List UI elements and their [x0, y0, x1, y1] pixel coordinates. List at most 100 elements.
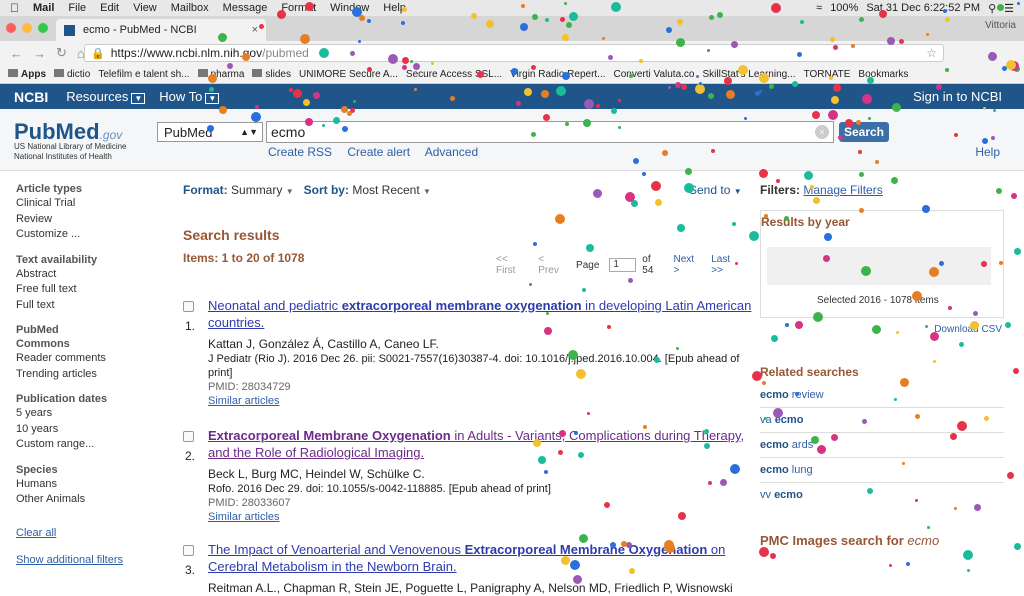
menu-format[interactable]: Format	[281, 2, 316, 14]
menu-message[interactable]: Message	[223, 2, 268, 14]
minimize-window-icon[interactable]	[22, 23, 32, 33]
filter-item[interactable]: Full text	[16, 298, 166, 314]
menu-window[interactable]: Window	[330, 2, 369, 14]
ncbi-favicon-icon	[64, 24, 75, 36]
bookmark-skillstat[interactable]: SkillStat's Learning...	[702, 69, 795, 80]
bookmark-secure-access[interactable]: Secure Access SSL...	[406, 69, 502, 80]
tab-pubmed[interactable]: ecmo - PubMed - NCBI ×	[56, 19, 266, 41]
result-pmid: PMID: 28033607	[208, 497, 291, 509]
similar-articles-link[interactable]: Similar articles	[208, 510, 753, 524]
url-bar[interactable]: 🔒 https://www.ncbi.nlm.nih.gov /pubmed ☆	[84, 44, 944, 62]
similar-articles-link[interactable]: Similar articles	[208, 394, 753, 408]
result-title-link[interactable]: The Impact of Venoarterial and Venovenou…	[208, 541, 753, 575]
filter-item[interactable]: Other Animals	[16, 492, 166, 508]
last-page-link[interactable]: Last >>	[711, 254, 743, 276]
back-icon[interactable]: ←	[10, 46, 23, 61]
next-page-link[interactable]: Next >	[673, 254, 701, 276]
result-checkbox[interactable]	[183, 431, 194, 442]
results-by-year-box: Results by year Selected 2016 - 1078 ite…	[760, 210, 1004, 318]
menu-app-name[interactable]: Mail	[33, 2, 54, 14]
manage-filters-link[interactable]: Manage Filters	[803, 183, 882, 197]
menu-view[interactable]: View	[133, 2, 157, 14]
filter-item[interactable]: Free full text	[16, 282, 166, 298]
result-checkbox[interactable]	[183, 301, 194, 312]
ncbi-logo[interactable]: NCBI	[14, 89, 48, 105]
related-search-link[interactable]: ecmo lung	[760, 457, 1004, 482]
bookmark-telefilm[interactable]: Telefilm e talent sh...	[98, 69, 189, 80]
clear-all-link[interactable]: Clear all	[16, 526, 166, 542]
result-checkbox[interactable]	[183, 545, 194, 556]
notification-icon[interactable]: ☰	[1004, 2, 1014, 15]
search-input[interactable]: ecmo ×	[266, 121, 834, 143]
confetti-piece	[858, 171, 864, 177]
menu-help[interactable]: Help	[383, 2, 406, 14]
bookmark-virgin-radio[interactable]: Virgin Radio Repert...	[510, 69, 605, 80]
filter-item[interactable]: Review	[16, 212, 166, 228]
related-search-link[interactable]: vv ecmo	[760, 482, 1004, 507]
bookmark-pharma[interactable]: pharma	[197, 68, 244, 80]
apple-icon[interactable]: 	[10, 1, 19, 15]
format-dropdown[interactable]: Summary ▼	[231, 183, 294, 197]
apps-icon	[8, 68, 18, 77]
result-citation: Rofo. 2016 Dec 29. doi: 10.1055/s-0042-1…	[208, 483, 551, 495]
clock[interactable]: Sat 31 Dec 6:22:52 PM	[866, 2, 980, 15]
sort-dropdown[interactable]: Most Recent ▼	[352, 183, 431, 197]
bookmark-converti[interactable]: Converti Valuta.co	[614, 69, 695, 80]
bookmark-apps[interactable]: Apps	[8, 68, 46, 80]
related-search-link[interactable]: ecmo review	[760, 383, 1004, 407]
first-page-link[interactable]: << First	[496, 254, 528, 276]
signin-link[interactable]: Sign in to NCBI	[913, 89, 1002, 104]
bookmark-dictio[interactable]: dictio	[54, 68, 90, 80]
result-title-link[interactable]: Extracorporeal Membrane Oxygenation in A…	[208, 427, 753, 461]
bookmark-slides[interactable]: slides	[252, 68, 291, 80]
filter-item[interactable]: Customize ...	[16, 227, 166, 243]
resources-menu[interactable]: Resources ▼	[66, 89, 146, 104]
menu-mailbox[interactable]: Mailbox	[171, 2, 209, 14]
bookmark-tornate[interactable]: TORNATE	[804, 69, 851, 80]
bookmark-star-icon[interactable]: ☆	[926, 46, 937, 60]
filter-item[interactable]: Abstract	[16, 267, 166, 283]
zoom-window-icon[interactable]	[38, 23, 48, 33]
close-tab-icon[interactable]: ×	[252, 24, 258, 36]
search-button[interactable]: Search	[839, 122, 889, 142]
confetti-piece	[769, 553, 776, 560]
howto-menu[interactable]: How To ▼	[159, 89, 220, 104]
menu-edit[interactable]: Edit	[100, 2, 119, 14]
confetti-piece	[966, 569, 970, 573]
create-alert-link[interactable]: Create alert	[347, 145, 410, 159]
create-rss-link[interactable]: Create RSS	[268, 145, 332, 159]
result-title-link[interactable]: Neonatal and pediatric extracorporeal me…	[208, 297, 753, 331]
database-select[interactable]: PubMed ▲▼	[157, 122, 263, 142]
send-to-menu[interactable]: Send to ▼	[689, 183, 742, 197]
page-number-input[interactable]: 1	[609, 258, 637, 272]
filter-item[interactable]: Trending articles	[16, 367, 166, 383]
prev-page-link[interactable]: < Prev	[538, 254, 566, 276]
menu-file[interactable]: File	[68, 2, 86, 14]
battery-level[interactable]: 100%	[830, 2, 858, 15]
related-search-link[interactable]: ecmo ards	[760, 432, 1004, 457]
related-search-link[interactable]: va ecmo	[760, 407, 1004, 432]
filter-item[interactable]: 10 years	[16, 422, 166, 438]
forward-icon[interactable]: →	[33, 46, 46, 61]
show-additional-filters-link[interactable]: Show additional filters	[16, 553, 166, 569]
confetti-piece	[1006, 472, 1014, 480]
close-window-icon[interactable]	[6, 23, 16, 33]
filter-item[interactable]: Custom range...	[16, 437, 166, 453]
wifi-icon[interactable]: ≈	[816, 2, 822, 15]
spotlight-icon[interactable]: ⚲	[988, 2, 996, 15]
bookmark-unimore[interactable]: UNIMORE Secure A...	[299, 69, 398, 80]
help-link[interactable]: Help	[975, 145, 1000, 159]
filter-item[interactable]: 5 years	[16, 406, 166, 422]
reload-icon[interactable]: ↻	[56, 45, 67, 61]
bookmark-other[interactable]: Bookmarks	[858, 69, 908, 80]
advanced-link[interactable]: Advanced	[425, 145, 478, 159]
profile-name[interactable]: Vittoria	[985, 20, 1016, 31]
result-number: 3.	[185, 563, 196, 577]
filter-item[interactable]: Reader comments	[16, 351, 166, 367]
clear-search-icon[interactable]: ×	[815, 125, 829, 139]
folder-icon	[252, 68, 263, 77]
filter-item[interactable]: Humans	[16, 477, 166, 493]
filter-item[interactable]: Clinical Trial	[16, 196, 166, 212]
download-csv-link[interactable]: Download CSV	[760, 324, 1004, 335]
year-histogram[interactable]	[767, 247, 991, 285]
